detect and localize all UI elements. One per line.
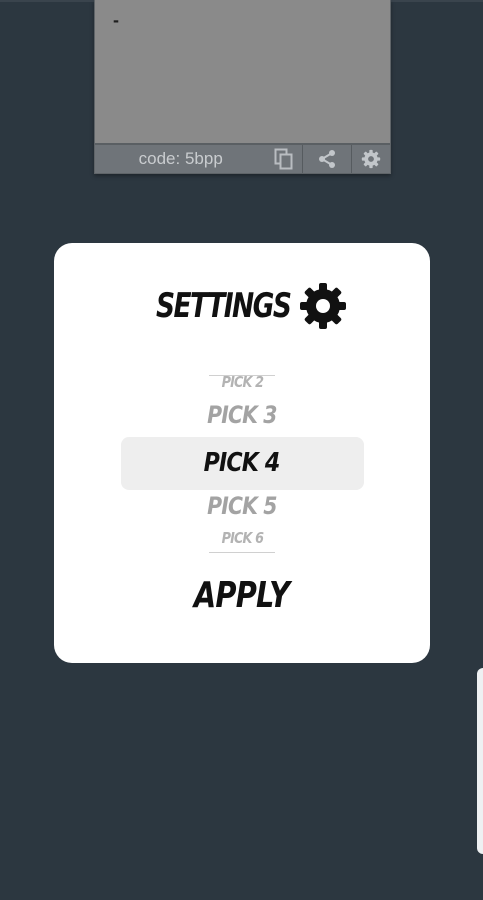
- share-button[interactable]: [302, 145, 351, 173]
- picker-bottom-divider: [209, 552, 275, 553]
- settings-header: SETTINGS: [54, 283, 430, 329]
- preview-card[interactable]: - code: 5bpp: [94, 0, 391, 174]
- preview-text: -: [113, 10, 119, 30]
- apply-button[interactable]: APPLY: [54, 575, 430, 616]
- side-drawer-handle[interactable]: [477, 668, 483, 854]
- copy-button[interactable]: [266, 145, 302, 173]
- settings-modal: SETTINGS PICK 2 PICK 3 PICK 4 PICK 5 PIC…: [54, 243, 430, 663]
- picker-option[interactable]: PICK 5: [54, 492, 430, 520]
- gear-icon: [300, 283, 347, 329]
- share-icon: [319, 150, 336, 168]
- pick-count-picker[interactable]: PICK 2 PICK 3 PICK 4 PICK 5 PICK 6: [54, 371, 430, 556]
- code-label: code: 5bpp: [138, 149, 223, 168]
- picker-option-selected[interactable]: PICK 4: [54, 437, 430, 490]
- preview-toolbar: code: 5bpp: [95, 143, 390, 173]
- settings-title: SETTINGS: [155, 286, 292, 326]
- picker-option[interactable]: PICK 6: [54, 529, 430, 547]
- settings-button[interactable]: [351, 145, 390, 173]
- picker-option[interactable]: PICK 3: [54, 401, 430, 429]
- gear-icon: [361, 149, 381, 169]
- copy-icon: [274, 148, 293, 170]
- picker-option[interactable]: PICK 2: [54, 373, 430, 391]
